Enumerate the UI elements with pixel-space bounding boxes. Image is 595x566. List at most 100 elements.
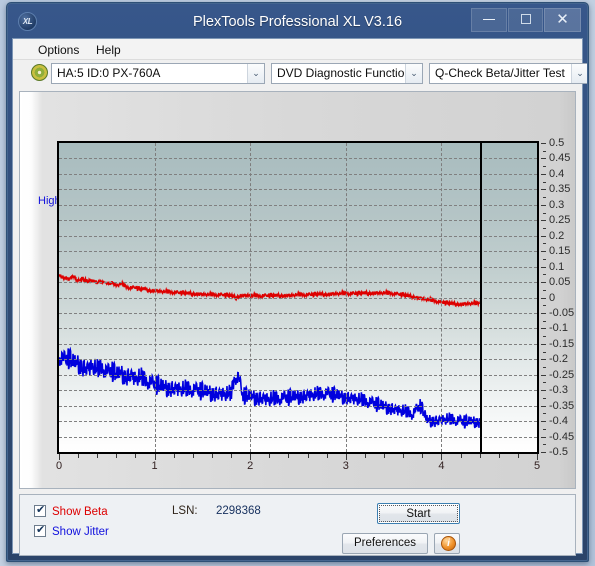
test-select[interactable]: Q-Check Beta/Jitter Test ⌄ (429, 63, 587, 84)
chart-gridline-horizontal (59, 421, 537, 423)
chart-xtick-label: 1 (151, 460, 158, 472)
function-select-value: DVD Diagnostic Functions (277, 66, 418, 80)
chart-xtick-mark (384, 454, 386, 458)
show-jitter-checkbox[interactable] (34, 523, 46, 537)
chart-xtick-mark (326, 454, 328, 458)
chart-ytick-minor (543, 305, 546, 307)
chart-gridline-horizontal (59, 328, 537, 330)
minimize-button[interactable] (471, 8, 507, 32)
chart-ytick-minor (543, 312, 546, 314)
chart-ytick-label: 0.3 (549, 198, 565, 211)
chart-xtick-mark (460, 454, 462, 458)
chart-xtick-mark (269, 454, 271, 458)
chart-ytick-label: 0.45 (549, 152, 571, 165)
chart-ytick-minor (543, 143, 546, 144)
chart-series-beta (59, 273, 481, 308)
chart-gridline-horizontal (59, 158, 537, 160)
chart-ytick-minor (543, 328, 546, 330)
info-button[interactable]: i (434, 533, 460, 554)
chart-ytick-label: -0.05 (549, 306, 575, 319)
chart-ytick-minor (543, 436, 546, 438)
chart-series-jitter (59, 346, 481, 429)
test-select-value: Q-Check Beta/Jitter Test (435, 66, 565, 80)
chart-plot-area[interactable] (57, 141, 539, 454)
drive-select[interactable]: HA:5 ID:0 PX-760A ⌄ (51, 63, 265, 84)
show-beta-row[interactable]: Show Beta (34, 503, 108, 518)
close-icon: ✕ (556, 11, 569, 28)
show-beta-checkbox[interactable] (34, 503, 46, 517)
chart-gridline-horizontal (59, 312, 537, 314)
desktop-background: XL PlexTools Professional XL V3.16 ✕ Opt… (0, 0, 595, 566)
chart-ytick-minor (543, 320, 546, 322)
chart-gridline-vertical (345, 143, 347, 452)
lsn-label: LSN: (172, 505, 198, 517)
chart-ytick-minor (543, 197, 546, 199)
chart-ytick-label: -0.15 (549, 337, 575, 350)
chart-xtick-mark (537, 454, 538, 460)
preferences-button-label: Preferences (353, 537, 416, 549)
start-button-label: Start (379, 505, 458, 522)
function-select[interactable]: DVD Diagnostic Functions ⌄ (271, 63, 423, 84)
window-inner-frame: XL PlexTools Professional XL V3.16 ✕ Opt… (7, 3, 588, 561)
menu-item-options[interactable]: Options (33, 42, 84, 58)
chart-xtick-mark (231, 454, 233, 458)
chart-xtick-mark (97, 454, 99, 458)
chart-gridline-vertical (154, 143, 156, 452)
chart-ytick-label: 0.25 (549, 214, 571, 227)
chart-ytick-minor (543, 235, 546, 237)
chart-ytick-minor (543, 243, 546, 245)
start-button[interactable]: Start (377, 503, 460, 524)
show-jitter-row[interactable]: Show Jitter (34, 523, 109, 538)
chart-ytick-label: 0 (549, 291, 556, 304)
chart-ytick-minor (543, 274, 546, 276)
chart-gridline-horizontal (59, 189, 537, 191)
chevron-down-icon[interactable]: ⌄ (247, 64, 264, 83)
chart-ytick-minor (543, 220, 546, 222)
info-icon: i (441, 536, 456, 551)
close-button[interactable]: ✕ (544, 8, 581, 32)
chart-ytick-label: 0.5 (549, 137, 565, 149)
chart-ytick-minor (543, 289, 546, 291)
chart-xtick-mark (307, 454, 309, 458)
chart-ytick-label: 0.2 (549, 229, 565, 242)
chart-xtick-mark (364, 454, 366, 458)
chart-xtick-mark (422, 454, 424, 458)
controls-panel: Show Beta Show Jitter LSN: 2298368 Start… (19, 494, 576, 556)
chart-gridline-horizontal (59, 173, 537, 175)
chart-ytick-minor (543, 158, 546, 160)
application-window: XL PlexTools Professional XL V3.16 ✕ Opt… (6, 2, 589, 562)
chart-ytick-minor (543, 421, 546, 423)
chevron-down-icon[interactable]: ⌄ (571, 64, 587, 83)
menu-options-label: Options (38, 43, 80, 57)
menu-help-label: Help (96, 43, 121, 57)
chart-gridline-vertical (441, 143, 443, 452)
chart-ytick-minor (543, 336, 546, 338)
chart-gridline-horizontal (59, 297, 537, 299)
chevron-down-icon[interactable]: ⌄ (405, 64, 422, 83)
maximize-button[interactable] (508, 8, 543, 32)
chart-ytick-label: -0.45 (549, 430, 575, 443)
chart-ytick-minor (543, 390, 546, 392)
chart-ytick-minor (543, 359, 546, 361)
menu-item-help[interactable]: Help (91, 42, 126, 58)
chart-ytick-minor (543, 374, 546, 376)
chart-xtick-mark (403, 454, 405, 458)
chart-ytick-minor (543, 382, 546, 384)
disc-icon (31, 64, 48, 81)
chart-gridline-horizontal (59, 343, 537, 345)
chart-xtick-mark (250, 454, 252, 460)
chart-ytick-minor (543, 351, 546, 353)
chart-ytick-minor (543, 428, 546, 430)
chart-data-end-marker (479, 143, 482, 452)
preferences-button[interactable]: Preferences (342, 533, 428, 554)
title-bar[interactable]: XL PlexTools Professional XL V3.16 ✕ (8, 4, 587, 40)
chart-ytick-label: 0.35 (549, 183, 571, 196)
chart-gridline-horizontal (59, 266, 537, 268)
chart-gridline-horizontal (59, 204, 537, 206)
chart-xtick-mark (116, 454, 118, 458)
chart-gridline-horizontal (59, 436, 537, 438)
chart-xtick-mark (288, 454, 290, 458)
show-beta-label: Show Beta (52, 506, 108, 518)
chart-xtick-label: 0 (55, 460, 63, 472)
chart-ytick-label: 0.4 (549, 167, 565, 180)
